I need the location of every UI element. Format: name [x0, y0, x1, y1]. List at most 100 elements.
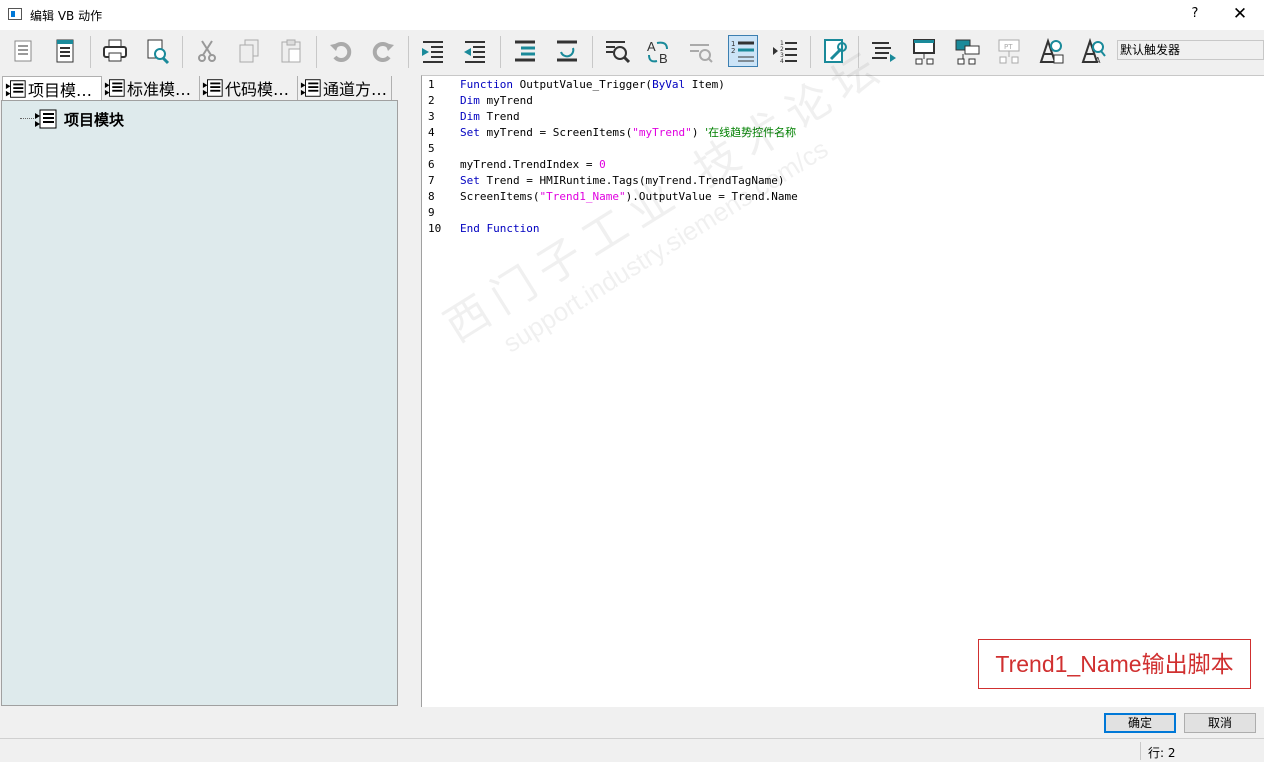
tag-selection-button[interactable]	[910, 35, 940, 67]
outdent-icon	[464, 41, 485, 63]
title-bar: 编辑 VB 动作 ? ✕	[0, 0, 1264, 30]
tab-bar: 项目模… 标准模… 代码模… 通道方…	[2, 76, 398, 100]
paste-icon	[281, 39, 301, 63]
code-token: myTrend	[479, 94, 533, 107]
tab-2[interactable]: 标准模…	[102, 76, 200, 100]
ok-button[interactable]: 确定	[1104, 713, 1176, 733]
status-bar: 行: 2	[0, 738, 1264, 762]
object-browser-icon	[955, 39, 980, 65]
redo-button[interactable]	[368, 35, 398, 67]
toolbar-separator	[408, 36, 409, 68]
uncomment-icon	[557, 40, 577, 62]
tab-label: 代码模…	[225, 80, 290, 99]
module-icon	[104, 79, 125, 97]
code-token: ScreenItems(	[460, 190, 540, 203]
bookmarks-button[interactable]: 1234	[770, 35, 800, 67]
code-token: Trend = HMIRuntime.Tags(myTrend.TrendTag…	[479, 174, 785, 187]
tree-root-label[interactable]: 项目模块	[64, 109, 124, 130]
find-button[interactable]	[602, 35, 632, 67]
line-numbers-button[interactable]: 12	[728, 35, 758, 67]
tab-3[interactable]: 代码模…	[200, 76, 298, 100]
cut-button[interactable]	[192, 35, 222, 67]
code-line: 8 ScreenItems("Trend1_Name").OutputValue …	[422, 189, 1264, 205]
code-line: 2 Dim myTrend	[422, 93, 1264, 109]
line-number: 4	[428, 126, 435, 139]
code-token: Trend	[479, 110, 520, 123]
code-text: Function OutputValue_Trigger(ByVal Item)	[460, 77, 725, 93]
replace-icon: AB	[647, 39, 668, 65]
comment-icon	[515, 40, 535, 62]
outdent-button[interactable]	[460, 35, 490, 67]
code-text: myTrend.TrendIndex = 0	[460, 157, 606, 173]
object-browser-button[interactable]	[952, 35, 982, 67]
undo-button[interactable]	[326, 35, 356, 67]
copy-icon	[239, 39, 259, 63]
svg-text:A: A	[1095, 56, 1101, 65]
pt-button[interactable]: PT	[994, 35, 1024, 67]
toolbar-separator	[90, 36, 91, 68]
comment-button[interactable]	[510, 35, 540, 67]
goto-button[interactable]	[686, 35, 716, 67]
tab-1[interactable]: 项目模…	[2, 76, 102, 100]
copy-button[interactable]	[234, 35, 264, 67]
tree-connector	[20, 118, 34, 119]
help-button[interactable]: ?	[1183, 4, 1207, 24]
replace-button[interactable]: AB	[644, 35, 674, 67]
format-button[interactable]	[868, 35, 898, 67]
print-preview-button[interactable]	[142, 35, 172, 67]
code-token: "myTrend"	[632, 126, 692, 139]
syntax-check-button[interactable]	[1036, 35, 1066, 67]
toolbar-separator	[810, 36, 811, 68]
code-editor[interactable]: 1 Function OutputValue_Trigger(ByVal Item…	[421, 75, 1264, 707]
compile-icon	[824, 39, 847, 63]
code-text: Set Trend = HMIRuntime.Tags(myTrend.Tren…	[460, 173, 785, 189]
code-token: myTrend.TrendIndex =	[460, 158, 600, 171]
tab-4[interactable]: 通道方…	[298, 76, 392, 100]
print-button[interactable]	[100, 35, 130, 67]
code-text: Dim Trend	[460, 109, 520, 125]
line-number: 10	[428, 222, 442, 235]
code-token: ByVal	[652, 78, 686, 91]
redo-icon	[372, 42, 394, 62]
code-token: "Trend1_Name"	[539, 190, 626, 203]
line-number: 2	[428, 94, 435, 107]
line-number: 3	[428, 110, 435, 123]
annotation-label: Trend1_Name输出脚本	[978, 639, 1251, 689]
status-divider	[1140, 742, 1141, 760]
undo-icon	[330, 42, 352, 62]
info-button[interactable]	[50, 35, 80, 67]
toolbar-separator	[858, 36, 859, 68]
properties-icon	[14, 40, 32, 62]
code-line: 6 myTrend.TrendIndex = 0	[422, 157, 1264, 173]
tab-label: 通道方…	[323, 80, 388, 99]
paste-button[interactable]	[276, 35, 306, 67]
tag-selection-icon	[913, 39, 935, 65]
compile-button[interactable]	[820, 35, 850, 67]
bookmarks-icon: 1234	[773, 40, 797, 65]
properties-button[interactable]	[8, 35, 38, 67]
line-number: 6	[428, 158, 435, 171]
app-icon	[8, 8, 22, 20]
svg-text:PT: PT	[1004, 43, 1013, 51]
tab-label: 项目模…	[28, 80, 93, 100]
code-text: Dim myTrend	[460, 93, 533, 109]
uncomment-button[interactable]	[552, 35, 582, 67]
module-icon	[5, 79, 26, 98]
info-icon	[56, 39, 74, 63]
code-token: End Function	[460, 222, 540, 235]
cancel-button[interactable]: 取消	[1184, 713, 1256, 733]
intellisense-button[interactable]: A	[1078, 35, 1108, 67]
code-token: Item)	[685, 78, 725, 91]
pt-icon: PT	[998, 39, 1020, 64]
code-token: Function	[460, 78, 513, 91]
line-number: 8	[428, 190, 435, 203]
code-line: 9	[422, 205, 1264, 221]
trigger-dropdown[interactable]: 默认触发器	[1117, 40, 1264, 60]
code-text: End Function	[460, 221, 539, 237]
indent-button[interactable]	[418, 35, 448, 67]
close-button[interactable]: ✕	[1226, 3, 1254, 25]
intellisense-icon: A	[1081, 37, 1106, 65]
svg-text:B: B	[659, 51, 668, 65]
line-numbers-icon: 12	[731, 40, 754, 62]
module-icon	[300, 79, 321, 97]
